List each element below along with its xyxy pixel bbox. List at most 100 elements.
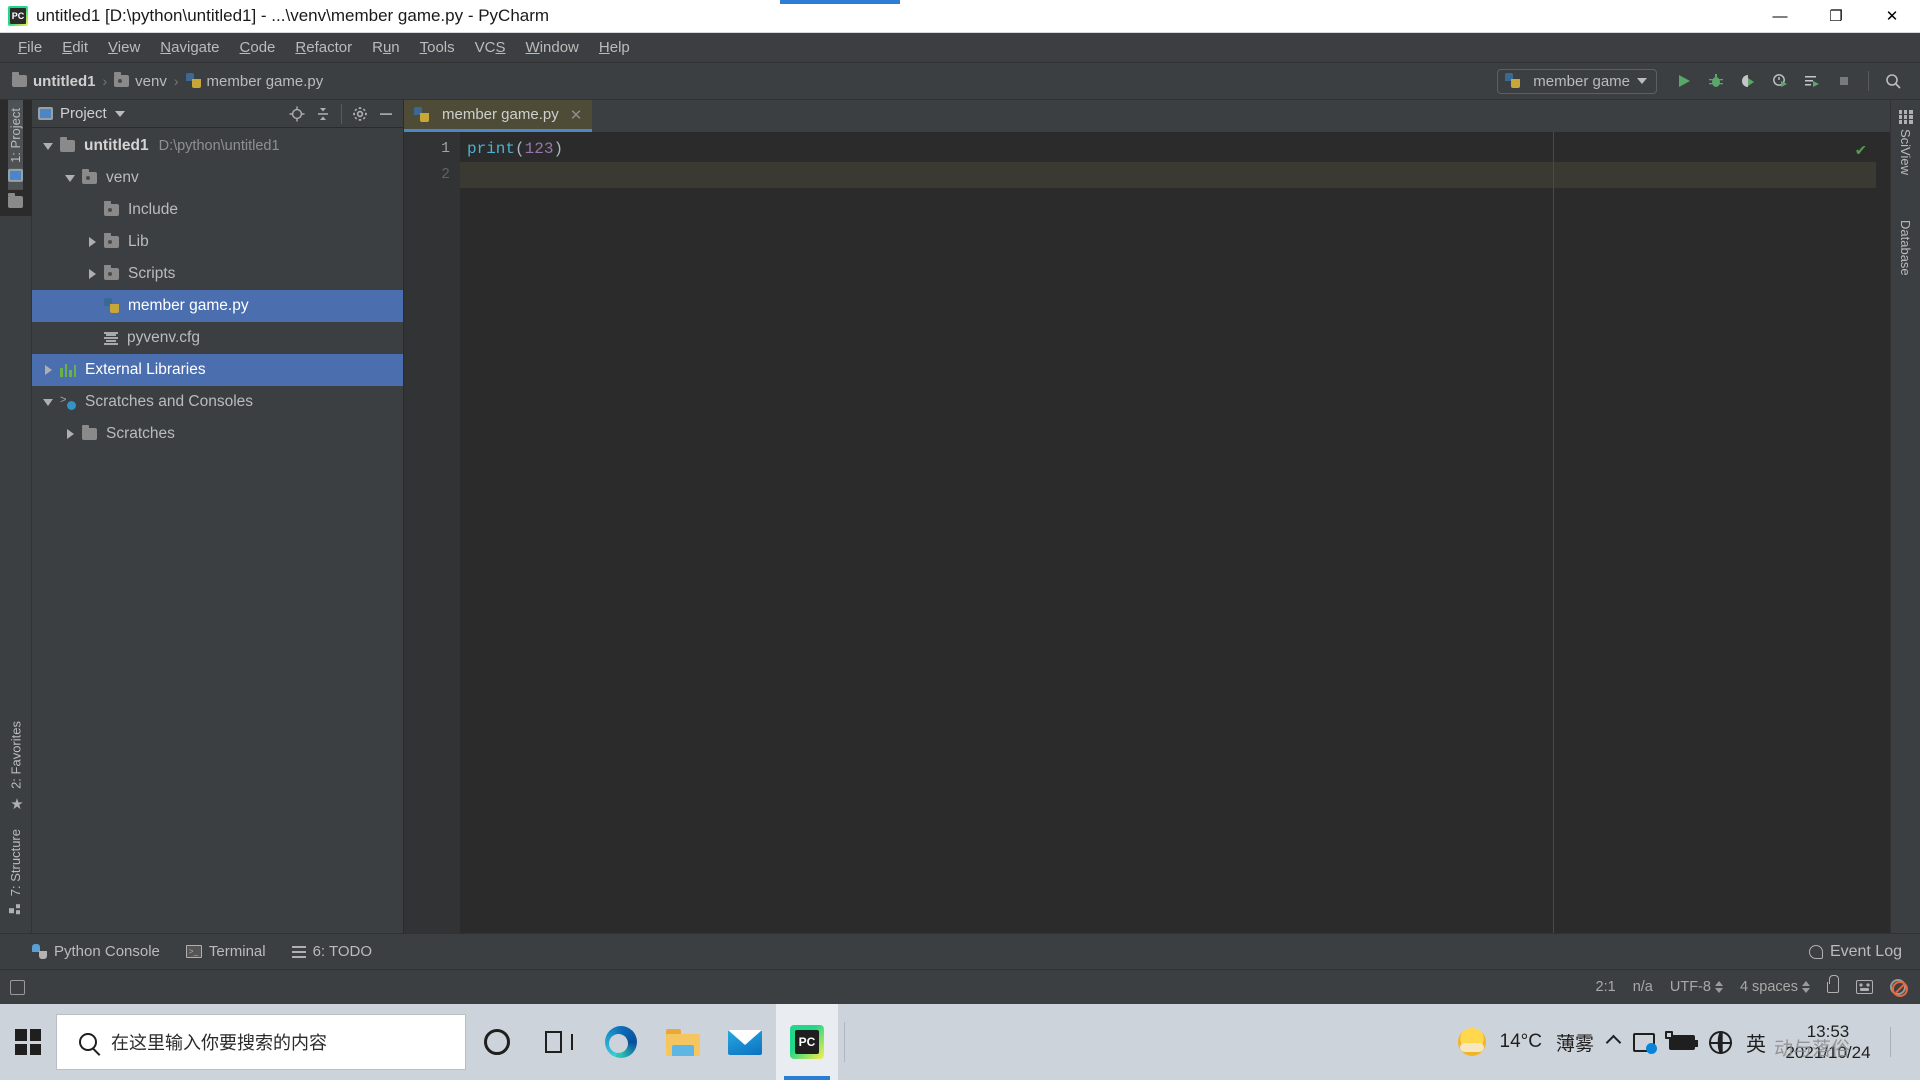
menu-mnemonic: S xyxy=(496,39,506,56)
menu-item-view[interactable]: View xyxy=(98,35,150,60)
profile-button[interactable] xyxy=(1765,67,1795,95)
menu-item-file[interactable]: File xyxy=(8,35,52,60)
chevron-up-icon[interactable] xyxy=(1606,1034,1622,1050)
table-row[interactable]: External Libraries xyxy=(32,354,403,386)
bottom-tab-python-console[interactable]: Python Console xyxy=(32,943,160,960)
tab-member-game-py[interactable]: member game.py ✕ xyxy=(404,100,592,132)
close-button[interactable]: ✕ xyxy=(1864,0,1920,33)
table-row[interactable]: Scripts xyxy=(32,258,403,290)
search-input[interactable]: 在这里输入你要搜索的内容 xyxy=(56,1014,466,1070)
collapse-all-icon[interactable] xyxy=(312,103,334,125)
editor-tabs: member game.py ✕ xyxy=(404,100,1890,132)
menu-item-help[interactable]: Help xyxy=(589,35,640,60)
encoding-selector[interactable]: UTF-8 xyxy=(1670,979,1723,995)
chevron-right-icon[interactable] xyxy=(84,237,100,247)
sidebar-item-project[interactable]: 1: Project xyxy=(8,100,23,190)
debug-button[interactable] xyxy=(1701,67,1731,95)
run-coverage-button[interactable] xyxy=(1733,67,1763,95)
toggle-toolbar-icon[interactable] xyxy=(10,980,25,995)
code-line[interactable] xyxy=(460,162,1876,188)
ime-indicator[interactable]: 英 xyxy=(1746,1028,1766,1057)
git-branch-icon[interactable] xyxy=(1856,980,1873,994)
lock-icon[interactable] xyxy=(1827,982,1839,993)
run-with-console-button[interactable] xyxy=(1797,67,1827,95)
menu-item-tools[interactable]: Tools xyxy=(410,35,465,60)
start-button[interactable] xyxy=(0,1004,56,1080)
sidebar-item-favorites[interactable]: ★ 2: Favorites xyxy=(7,713,25,821)
settings-gear-icon[interactable] xyxy=(349,103,371,125)
caret-position[interactable]: 2:1 xyxy=(1596,979,1616,995)
menu-item-navigate[interactable]: Navigate xyxy=(150,35,229,60)
editor-area: member game.py ✕ 12 ✔ print(123) xyxy=(404,100,1890,933)
tree-node-path: D:\python\untitled1 xyxy=(159,138,280,154)
run-configuration-selector[interactable]: member game xyxy=(1497,69,1657,94)
chevron-down-icon[interactable] xyxy=(40,399,56,406)
project-tree[interactable]: untitled1 D:\python\untitled1 venvIncludeL… xyxy=(32,128,403,933)
table-row[interactable]: Scratches and Consoles xyxy=(32,386,403,418)
clock[interactable]: 13:53 2021/10/24 动与落俗 xyxy=(1780,1021,1876,1064)
breadcrumb-label: untitled1 xyxy=(33,73,96,90)
indent-selector[interactable]: 4 spaces xyxy=(1740,979,1810,995)
bottom-tab-todo[interactable]: 6: TODO xyxy=(292,943,372,960)
edge-icon[interactable] xyxy=(590,1004,652,1080)
task-view-icon[interactable] xyxy=(528,1004,590,1080)
breadcrumb: untitled1›venv›member game.py xyxy=(12,73,323,90)
breadcrumb-item-untitled1[interactable]: untitled1 xyxy=(12,73,96,90)
breadcrumb-item-venv[interactable]: venv xyxy=(114,73,167,90)
chevron-down-icon[interactable] xyxy=(115,111,125,117)
network-icon[interactable] xyxy=(1633,1033,1655,1052)
table-row[interactable]: Include xyxy=(32,194,403,226)
table-row[interactable]: Scratches xyxy=(32,418,403,450)
line-separator[interactable]: n/a xyxy=(1633,979,1653,995)
clock-time: 13:53 xyxy=(1807,1021,1850,1042)
sidebar-item-sciview[interactable]: SciView xyxy=(1898,110,1913,175)
chevron-right-icon[interactable] xyxy=(62,429,78,439)
menu-item-refactor[interactable]: Refactor xyxy=(285,35,362,60)
tree-node-label: untitled1 xyxy=(84,137,149,155)
menu-item-run[interactable]: Run xyxy=(362,35,410,60)
maximize-button[interactable]: ❐ xyxy=(1808,0,1864,33)
chevron-right-icon[interactable] xyxy=(84,269,100,279)
chevron-down-icon[interactable] xyxy=(40,143,56,150)
run-button[interactable] xyxy=(1669,67,1699,95)
inspection-gear-icon[interactable] xyxy=(1890,979,1906,995)
chevron-right-icon[interactable] xyxy=(40,365,56,375)
scroll-from-source-icon[interactable] xyxy=(286,103,308,125)
table-row[interactable]: venv xyxy=(32,162,403,194)
main-toolbar: member game xyxy=(1497,67,1920,95)
weather-temperature: 14°C xyxy=(1500,1031,1542,1053)
globe-ime-icon[interactable] xyxy=(1709,1031,1732,1054)
menu-item-window[interactable]: Window xyxy=(516,35,589,60)
chevron-down-icon[interactable] xyxy=(62,175,78,182)
minimize-button[interactable]: — xyxy=(1752,0,1808,33)
bottom-tab-terminal[interactable]: >_ Terminal xyxy=(186,943,266,960)
code-editor[interactable]: 12 ✔ print(123) xyxy=(404,132,1890,933)
event-log-button[interactable]: Event Log xyxy=(1809,943,1920,961)
breadcrumb-item-member-game-py[interactable]: member game.py xyxy=(186,73,324,90)
cortana-icon[interactable] xyxy=(466,1004,528,1080)
sidebar-item-structure[interactable]: 7: Structure xyxy=(8,821,23,923)
stop-button[interactable] xyxy=(1829,67,1859,95)
menu-item-code[interactable]: Code xyxy=(230,35,286,60)
table-row[interactable]: untitled1 D:\python\untitled1 xyxy=(32,130,403,162)
battery-icon[interactable] xyxy=(1669,1035,1695,1050)
code-pane[interactable]: ✔ print(123) xyxy=(460,132,1876,933)
code-line[interactable]: print(123) xyxy=(460,136,1876,162)
table-row[interactable]: pyvenv.cfg xyxy=(32,322,403,354)
terminal-icon: >_ xyxy=(186,945,202,958)
table-row[interactable]: Lib xyxy=(32,226,403,258)
hide-panel-icon[interactable] xyxy=(375,103,397,125)
mail-icon[interactable] xyxy=(714,1004,776,1080)
show-desktop-button[interactable] xyxy=(1890,1027,1912,1057)
sidebar-item-database[interactable]: Database xyxy=(1898,201,1913,276)
pycharm-icon[interactable] xyxy=(776,1004,838,1080)
menu-item-vcs[interactable]: VCS xyxy=(465,35,516,60)
menu-mnemonic: N xyxy=(160,39,171,56)
editor-scrollbar[interactable] xyxy=(1876,132,1890,933)
table-row[interactable]: member game.py xyxy=(32,290,403,322)
file-explorer-icon[interactable] xyxy=(652,1004,714,1080)
window-title-bar: untitled1 [D:\python\untitled1] - ...\ve… xyxy=(0,0,1920,33)
close-icon[interactable]: ✕ xyxy=(570,106,583,124)
search-everywhere-button[interactable] xyxy=(1878,67,1908,95)
menu-item-edit[interactable]: Edit xyxy=(52,35,98,60)
